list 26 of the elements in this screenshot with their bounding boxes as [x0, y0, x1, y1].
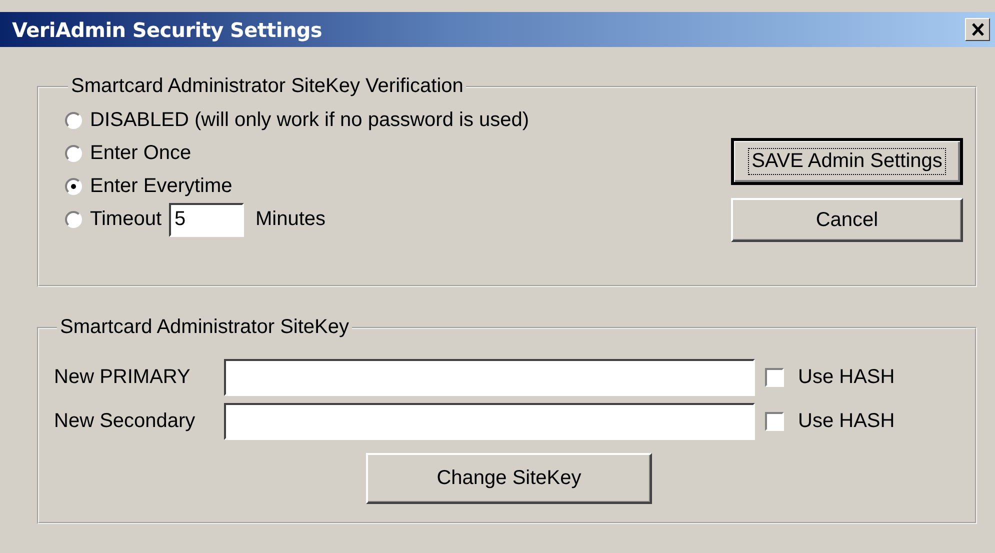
cancel-button[interactable]: Cancel	[731, 198, 963, 242]
group-title: Smartcard Administrator SiteKey Verification	[70, 75, 464, 98]
close-button[interactable]	[965, 18, 990, 41]
option-label: Timeout	[90, 208, 162, 231]
sitekey-field[interactable]	[224, 358, 755, 396]
hash-checkbox[interactable]	[765, 368, 784, 386]
radio-button[interactable]	[65, 112, 82, 129]
close-icon	[970, 23, 984, 36]
save-button[interactable]: SAVE Admin Settings	[731, 138, 963, 185]
option-label: DISABLED (will only work if no password is used)	[90, 109, 530, 132]
unit-label: Minutes	[256, 208, 326, 231]
radio-button[interactable]	[65, 178, 82, 195]
option-label: Enter Everytime	[90, 175, 232, 198]
option-label: Enter Once	[90, 142, 192, 165]
field-label: New PRIMARY	[54, 366, 192, 388]
radio-button[interactable]	[65, 145, 82, 162]
checkbox-label: Use HASH	[798, 410, 895, 432]
radio-button[interactable]	[65, 211, 82, 228]
sitekey-field[interactable]	[224, 402, 755, 440]
field-label: New Secondary	[54, 410, 196, 432]
checkbox-label: Use HASH	[798, 366, 895, 388]
group-title: Smartcard Administrator SiteKey	[59, 316, 350, 339]
hash-checkbox[interactable]	[765, 412, 784, 430]
window-title: VeriAdmin Security Settings	[12, 18, 322, 42]
timeout-field[interactable]: 5	[168, 202, 244, 236]
change-sitekey-button[interactable]: Change SiteKey	[366, 453, 652, 504]
